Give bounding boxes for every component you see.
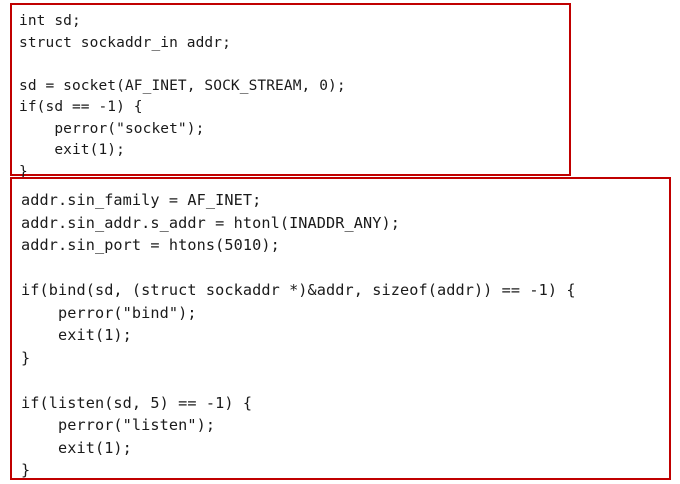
code-line: perror("listen"); (21, 416, 216, 434)
code-line: perror("bind"); (21, 303, 197, 322)
code-line: if(listen(sd, 5) == -1) { (21, 393, 253, 412)
code-line: if(bind(sd, (struct sockaddr *)&addr, si… (21, 281, 576, 299)
code-line: } (21, 461, 31, 479)
code-line: int sd; (19, 13, 81, 29)
code-line: perror("socket"); (19, 120, 205, 137)
code-line: exit(1); (21, 326, 132, 344)
socket-creation-code-block: int sd; struct sockaddr_in addr; sd = so… (10, 3, 571, 180)
code-line: addr.sin_addr.s_addr = htonl(INADDR_ANY)… (21, 213, 400, 232)
code-line: exit(1); (19, 142, 125, 158)
bind-listen-code-block: addr.sin_family = AF_INET; addr.sin_addr… (10, 177, 671, 480)
code-line: struct sockaddr_in addr; (19, 34, 231, 51)
code-line: sd = socket(AF_INET, SOCK_STREAM, 0); (19, 77, 346, 94)
code-line: exit(1); (21, 438, 132, 457)
code-line: } (21, 348, 31, 367)
code-line: addr.sin_port = htons(5010); (21, 236, 280, 254)
code-line: addr.sin_family = AF_INET; (21, 191, 262, 209)
code-line: if(sd == -1) { (19, 99, 143, 115)
